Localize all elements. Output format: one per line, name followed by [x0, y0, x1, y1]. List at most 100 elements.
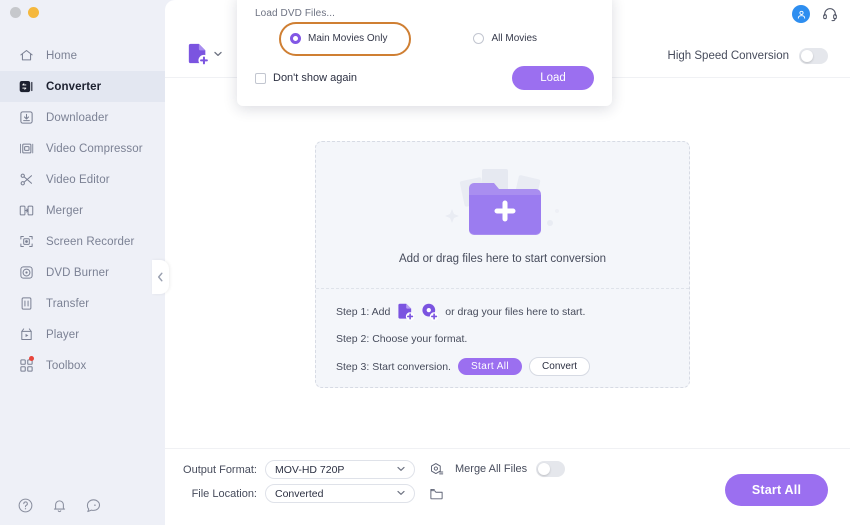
converter-icon	[18, 78, 35, 95]
merger-icon	[18, 202, 35, 219]
merge-all-files-label: Merge All Files	[455, 463, 528, 475]
radio-all-movies[interactable]: All Movies	[473, 33, 537, 44]
sidebar: Home Converter Downloader Video Compress…	[0, 0, 165, 525]
chevron-down-icon	[214, 50, 222, 59]
sidebar-item-downloader[interactable]: Downloader	[0, 102, 165, 133]
sidebar-item-toolbox[interactable]: Toolbox	[0, 350, 165, 381]
dropzone-upper: Add or drag files here to start conversi…	[316, 142, 689, 289]
sidebar-item-player[interactable]: Player	[0, 319, 165, 350]
titlebar	[0, 0, 165, 24]
radio-label: Main Movies Only	[308, 33, 388, 44]
open-folder-icon[interactable]	[429, 486, 444, 501]
add-file-button[interactable]	[187, 42, 222, 66]
add-file-icon	[188, 43, 209, 66]
step-2: Step 2: Choose your format.	[336, 333, 669, 345]
sidebar-item-transfer[interactable]: Transfer	[0, 288, 165, 319]
home-icon	[18, 47, 35, 64]
chevron-down-icon	[397, 489, 405, 498]
download-icon	[18, 109, 35, 126]
high-speed-conversion-label: High Speed Conversion	[667, 50, 789, 62]
merge-all-files-control: Merge All Files	[455, 461, 566, 477]
step-1-prefix: Step 1: Add	[336, 305, 391, 318]
output-format-select[interactable]: MOV-HD 720P	[265, 460, 415, 479]
high-speed-conversion-control: High Speed Conversion	[668, 48, 828, 64]
merge-all-files-toggle[interactable]	[536, 461, 566, 477]
start-all-hint-button[interactable]: Start All	[457, 358, 523, 375]
radio-main-movies-only[interactable]: Main Movies Only	[290, 33, 387, 44]
radio-label: All Movies	[491, 33, 538, 44]
chevron-left-icon	[157, 272, 163, 282]
chevron-down-icon	[397, 465, 405, 474]
step-1: Step 1: Add or drag your files here to s…	[336, 302, 669, 321]
toggle-knob	[801, 50, 813, 62]
dont-show-again-label: Don't show again	[273, 72, 358, 84]
user-avatar-icon[interactable]	[792, 5, 810, 23]
output-format-value: MOV-HD 720P	[275, 463, 345, 476]
step-3-prefix: Step 3: Start conversion.	[336, 360, 451, 373]
sidebar-item-label: Downloader	[46, 111, 109, 124]
sidebar-item-merger[interactable]: Merger	[0, 195, 165, 226]
start-all-button[interactable]: Start All	[725, 474, 828, 506]
help-icon[interactable]	[17, 497, 35, 515]
file-dropzone[interactable]: Add or drag files here to start conversi…	[315, 141, 690, 388]
dropzone-hint-text: Add or drag files here to start conversi…	[398, 253, 607, 265]
sidebar-item-video-compressor[interactable]: Video Compressor	[0, 133, 165, 164]
toggle-knob	[538, 463, 551, 475]
sidebar-item-label: Converter	[46, 80, 102, 93]
compressor-icon	[18, 140, 35, 157]
file-location-label: File Location:	[191, 487, 257, 500]
checkbox-indicator	[255, 72, 266, 84]
step-2-prefix: Step 2: Choose your format.	[336, 333, 468, 345]
feedback-icon[interactable]	[85, 497, 103, 515]
dialog-footer: Don't show again Load	[255, 66, 594, 90]
steps-list: Step 1: Add or drag your files here to s…	[316, 289, 689, 376]
sidebar-item-screen-recorder[interactable]: Screen Recorder	[0, 226, 165, 257]
step-1-suffix: or drag your files here to start.	[445, 305, 586, 318]
load-dvd-dialog: Load DVD Files... Main Movies Only All M…	[237, 0, 612, 106]
sidebar-item-label: Player	[46, 328, 80, 341]
sidebar-item-converter[interactable]: Converter	[0, 71, 165, 102]
sidebar-item-label: Toolbox	[46, 359, 87, 372]
output-format-label: Output Format:	[183, 463, 257, 476]
add-disc-icon[interactable]	[421, 302, 439, 321]
headset-icon[interactable]	[822, 6, 838, 22]
toolbox-badge	[29, 356, 34, 361]
bell-icon[interactable]	[51, 497, 69, 515]
sidebar-footer	[0, 497, 165, 515]
add-folder-icon	[438, 165, 568, 239]
transfer-icon	[18, 295, 35, 312]
sidebar-item-label: Transfer	[46, 297, 90, 310]
minimize-button[interactable]	[28, 6, 39, 18]
load-button[interactable]: Load	[512, 66, 594, 90]
sidebar-item-video-editor[interactable]: Video Editor	[0, 164, 165, 195]
sidebar-item-label: DVD Burner	[46, 266, 109, 279]
sidebar-item-dvd-burner[interactable]: DVD Burner	[0, 257, 165, 288]
convert-hint-button[interactable]: Convert	[529, 357, 591, 376]
close-button[interactable]	[10, 6, 21, 18]
file-location-value: Converted	[275, 487, 324, 500]
disc-icon	[18, 264, 35, 281]
sidebar-item-label: Home	[46, 49, 78, 62]
app-window: Home Converter Downloader Video Compress…	[0, 0, 850, 525]
sidebar-item-label: Video Compressor	[46, 142, 143, 155]
step-3: Step 3: Start conversion. Start All Conv…	[336, 357, 669, 376]
radio-indicator	[473, 33, 485, 44]
sidebar-collapse-button[interactable]	[152, 260, 169, 294]
dont-show-again-checkbox[interactable]: Don't show again	[255, 72, 357, 84]
format-settings-icon[interactable]	[429, 462, 444, 477]
screen-recorder-icon	[18, 233, 35, 250]
add-file-icon[interactable]	[397, 302, 415, 321]
dialog-title: Load DVD Files...	[255, 8, 336, 19]
sidebar-item-label: Merger	[46, 204, 84, 217]
radio-indicator	[290, 33, 301, 44]
scissors-icon	[18, 171, 35, 188]
sidebar-item-home[interactable]: Home	[0, 40, 165, 71]
sidebar-item-label: Video Editor	[46, 173, 110, 186]
file-location-row: File Location: Converted	[179, 484, 444, 503]
file-location-select[interactable]: Converted	[265, 484, 415, 503]
sidebar-item-label: Screen Recorder	[46, 235, 135, 248]
player-icon	[18, 326, 35, 343]
high-speed-conversion-toggle[interactable]	[799, 48, 828, 64]
account-actions	[792, 5, 838, 23]
bottom-bar: Output Format: MOV-HD 720P File Location…	[165, 448, 850, 525]
